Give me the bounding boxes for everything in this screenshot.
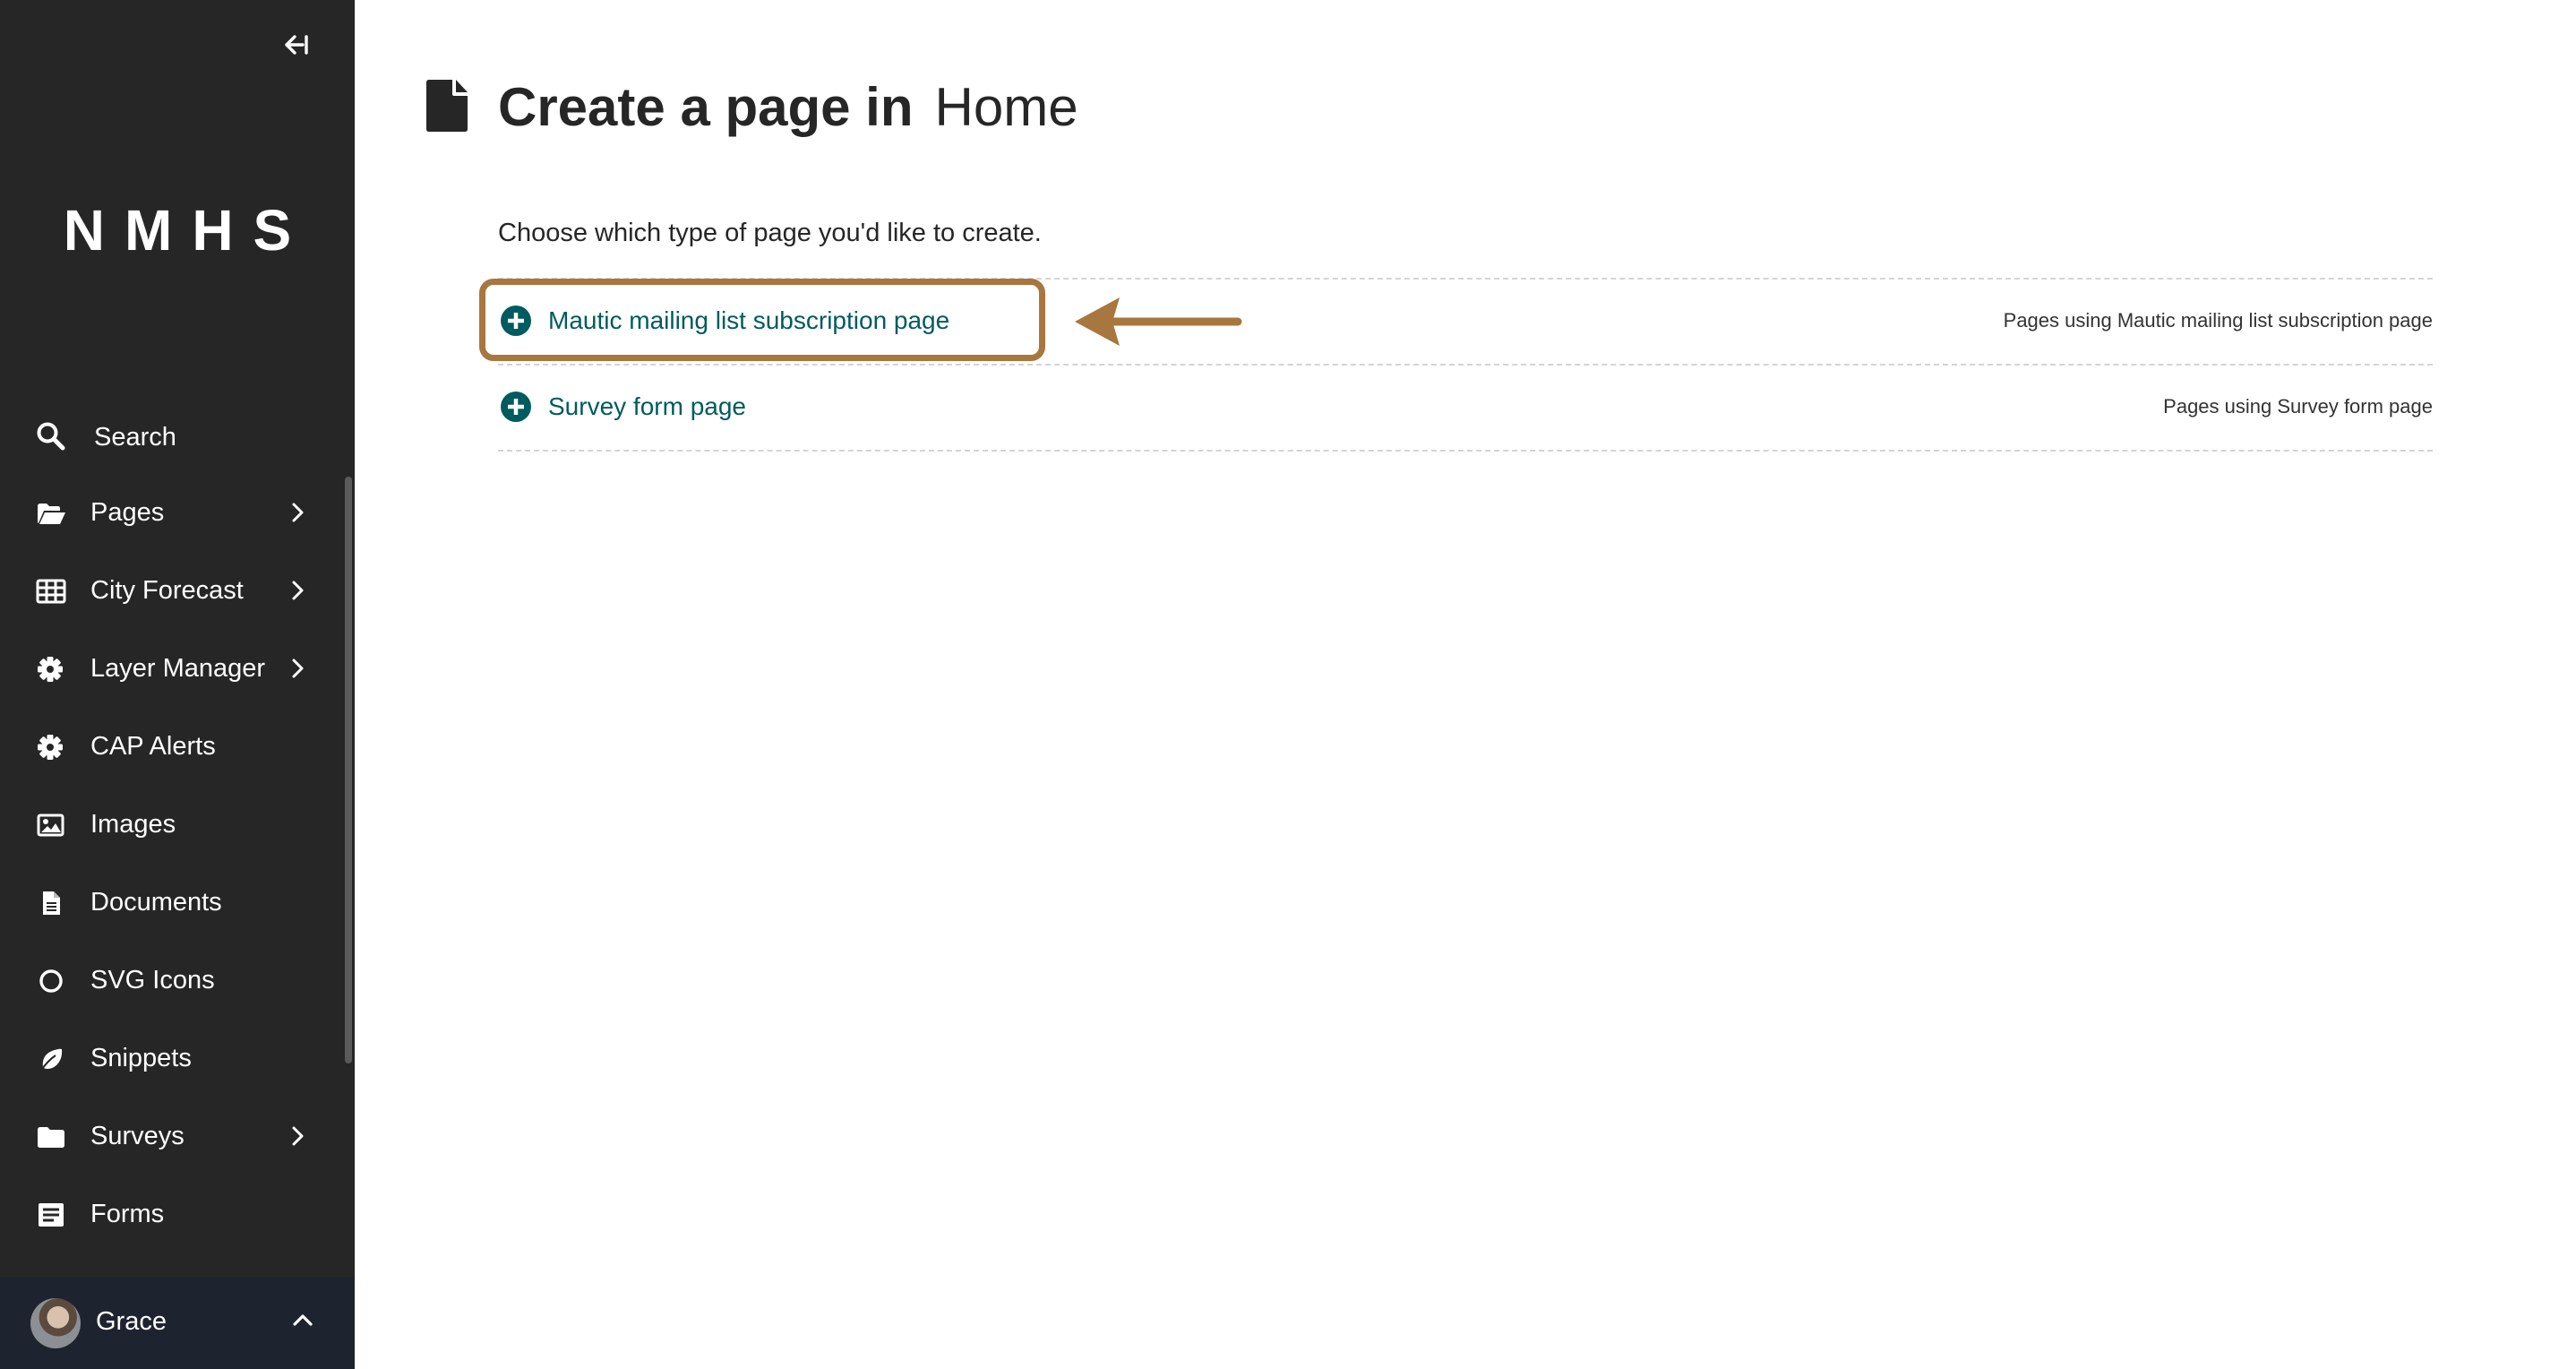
page-type-label: Mautic mailing list subscription page xyxy=(548,306,950,334)
site-logo[interactable]: NMHS xyxy=(0,197,355,263)
sidebar-item-label: SVG Icons xyxy=(90,966,215,994)
sidebar-item-pages[interactable]: Pages xyxy=(0,478,346,549)
document-icon xyxy=(426,80,468,132)
sidebar-item-forms[interactable]: Forms xyxy=(0,1179,346,1251)
sidebar-item-label: Forms xyxy=(90,1200,165,1228)
page-title-action: Create a page in xyxy=(498,77,914,137)
chevron-right-icon xyxy=(292,503,304,522)
sidebar-item-cap-alerts[interactable]: CAP Alerts xyxy=(0,711,346,783)
sidebar-item-layer-manager[interactable]: Layer Manager xyxy=(0,633,346,705)
image-icon xyxy=(37,814,64,837)
sidebar-item-documents[interactable]: Documents xyxy=(0,867,346,939)
collapse-icon xyxy=(285,35,308,55)
chevron-right-icon xyxy=(292,659,304,678)
sidebar-item-svg-icons[interactable]: SVG Icons xyxy=(0,945,346,1017)
chevron-right-icon xyxy=(292,1126,304,1146)
sidebar-item-surveys[interactable]: Surveys xyxy=(0,1101,346,1173)
list-item: Mautic mailing list subscription page Pa… xyxy=(498,279,2433,363)
page-type-label: Survey form page xyxy=(548,392,746,420)
page-type-usage-link[interactable]: Pages using Mautic mailing list subscrip… xyxy=(2004,279,2433,363)
avatar xyxy=(30,1298,81,1348)
sidebar-item-snippets[interactable]: Snippets xyxy=(0,1023,346,1095)
sidebar-item-label: CAP Alerts xyxy=(90,732,216,761)
chevron-right-icon xyxy=(292,581,304,600)
table-icon xyxy=(36,579,66,604)
sidebar-item-label: City Forecast xyxy=(90,576,244,605)
plus-circle-icon xyxy=(501,392,531,422)
sidebar-item-label: Surveys xyxy=(90,1122,185,1150)
chevron-up-icon xyxy=(293,1314,313,1326)
sidebar-scrollbar[interactable] xyxy=(345,477,352,1063)
user-name: Grace xyxy=(96,1307,167,1336)
collapse-sidebar-button[interactable] xyxy=(278,27,313,63)
sidebar-search-label: Search xyxy=(94,423,176,452)
create-mautic-page-link[interactable]: Mautic mailing list subscription page xyxy=(498,279,949,363)
sidebar-item-label: Layer Manager xyxy=(90,654,266,683)
plus-circle-icon xyxy=(501,306,531,336)
document-icon xyxy=(43,891,60,915)
divider xyxy=(498,450,2433,452)
search-icon xyxy=(37,422,65,451)
folder-icon xyxy=(38,1127,64,1148)
page-title: Create a page in Home xyxy=(498,75,1078,140)
account-menu-toggle[interactable]: Grace xyxy=(0,1277,355,1369)
leaf-icon xyxy=(40,1048,63,1072)
sidebar-item-label: Pages xyxy=(90,498,165,527)
sidebar-search[interactable]: Search xyxy=(0,410,355,464)
list-item: Survey form page Pages using Survey form… xyxy=(498,365,2433,449)
sidebar-item-label: Snippets xyxy=(90,1044,192,1072)
list-icon xyxy=(39,1203,64,1227)
folder-open-icon xyxy=(38,504,65,524)
page-title-context: Home xyxy=(934,77,1078,137)
sidebar-item-city-forecast[interactable]: City Forecast xyxy=(0,555,346,627)
circle-icon xyxy=(39,969,63,993)
sidebar-item-images[interactable]: Images xyxy=(0,789,346,861)
sidebar: NMHS Search Pages City Forecast Layer Ma… xyxy=(0,0,355,1369)
cog-icon xyxy=(38,735,63,760)
sidebar-item-label: Documents xyxy=(90,888,222,917)
main-content xyxy=(355,0,2576,1369)
sidebar-item-label: Images xyxy=(90,810,176,839)
create-survey-page-link[interactable]: Survey form page xyxy=(498,365,746,449)
cog-icon xyxy=(38,657,63,682)
page-type-usage-link[interactable]: Pages using Survey form page xyxy=(2163,365,2433,449)
intro-text: Choose which type of page you'd like to … xyxy=(498,219,1042,247)
